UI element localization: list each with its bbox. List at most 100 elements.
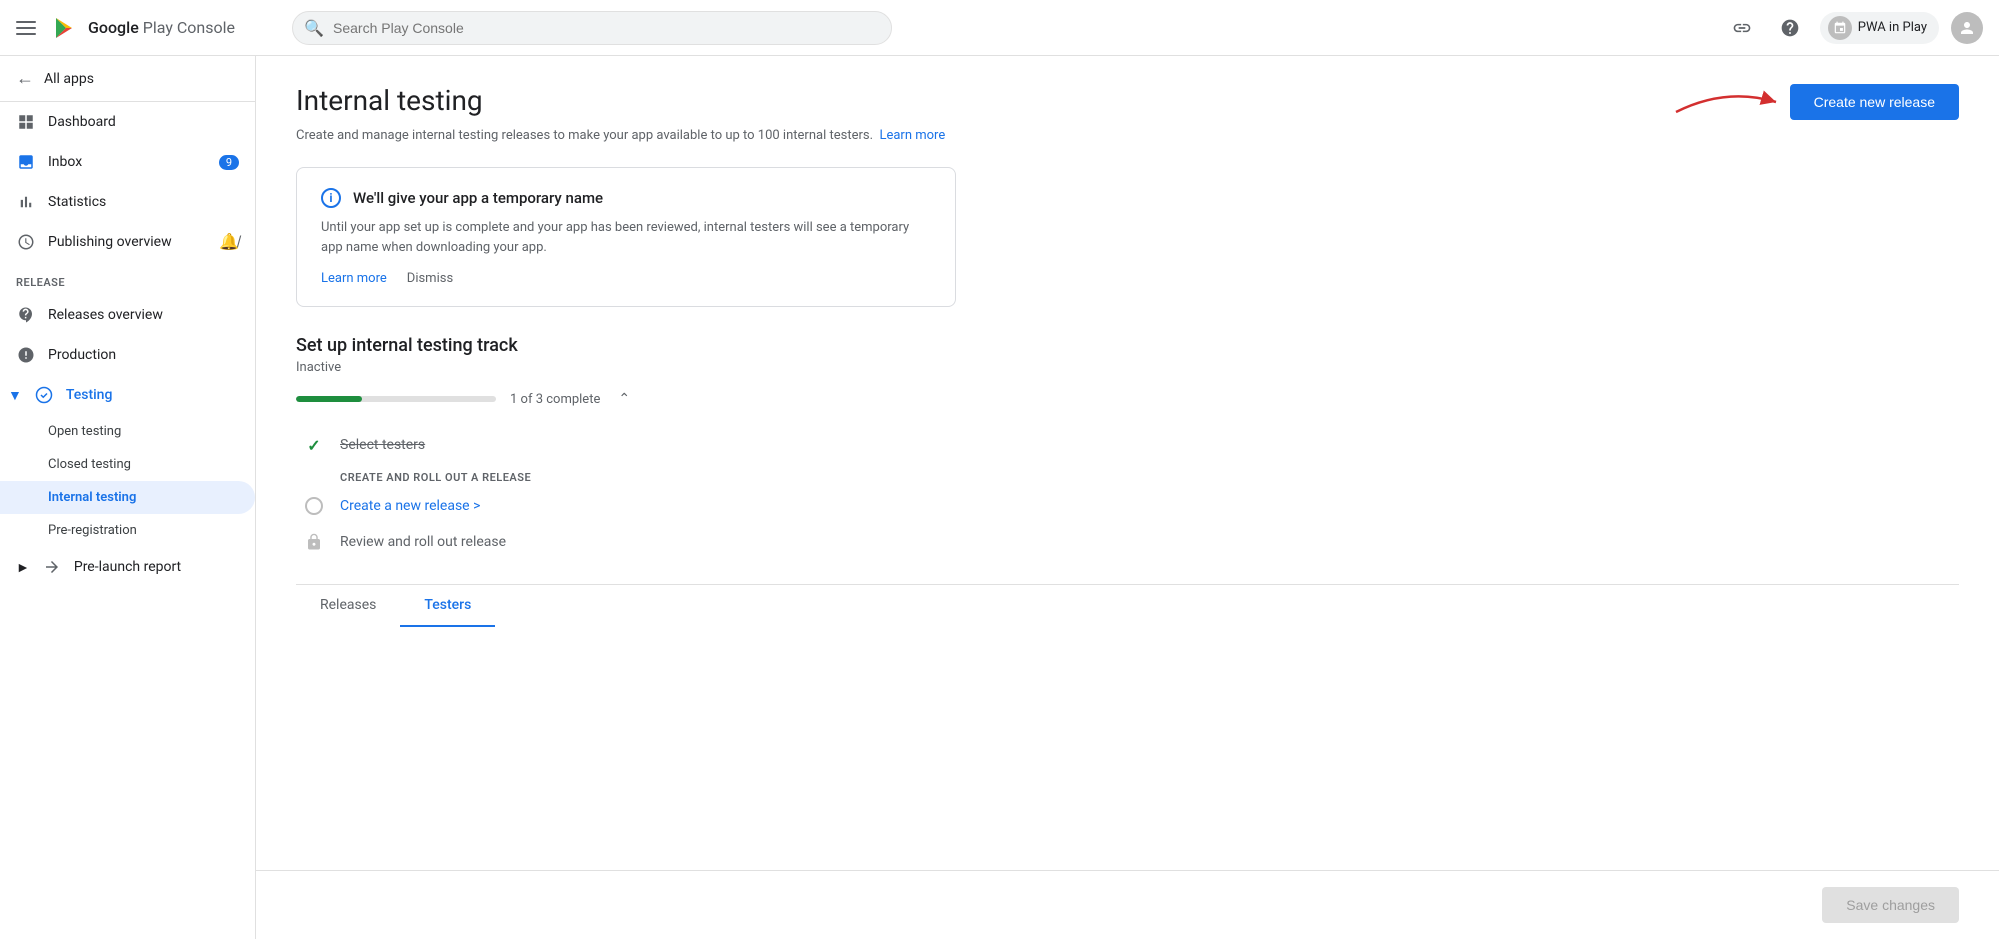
step-pending-icon [304,496,324,516]
page-header: Internal testing Create new release [296,84,1959,120]
page-title: Internal testing [296,84,483,117]
step-locked-icon [304,532,324,552]
releases-overview-icon [16,305,36,325]
logo-area: Google Play Console [48,12,268,44]
info-dismiss-link[interactable]: Dismiss [407,271,453,286]
main-content: Internal testing Create new release [256,56,1999,939]
closed-testing-label: Closed testing [48,457,131,472]
user-avatar[interactable] [1951,12,1983,44]
publishing-overview-icon [16,232,36,252]
step-create-release: Create a new release > [304,488,1959,524]
publishing-overview-label: Publishing overview [48,234,172,250]
link-icon-button[interactable] [1724,10,1760,46]
production-label: Production [48,347,116,363]
inbox-badge: 9 [219,155,239,170]
create-new-release-button[interactable]: Create new release [1790,84,1959,120]
sidebar-item-open-testing[interactable]: Open testing [0,415,255,448]
page-learn-more-link[interactable]: Learn more [879,128,945,143]
testing-label: Testing [66,387,113,403]
collapse-icon[interactable]: ⌃ [618,391,630,407]
save-changes-button[interactable]: Save changes [1822,887,1959,923]
step-select-testers-label: Select testers [340,437,425,453]
app-badge-label: PWA in Play [1858,20,1927,35]
tabs-bar: Releases Testers [296,584,1959,627]
info-card-body: Until your app set up is complete and yo… [321,218,931,257]
testing-arrow-icon: ▼ [8,387,22,404]
info-icon: i [321,188,341,208]
logo-text: Google Play Console [88,18,235,37]
progress-text: 1 of 3 complete [510,392,600,407]
expand-icon: ► [16,559,30,576]
sidebar-item-inbox[interactable]: Inbox 9 [0,142,255,182]
app-container: Google Play Console 🔍 PWA in Play [0,0,1999,939]
tab-testers[interactable]: Testers [400,585,495,627]
hamburger-menu[interactable] [16,21,36,35]
sidebar-item-internal-testing[interactable]: Internal testing [0,481,255,514]
main-area: ← All apps Dashboard Inbox 9 [0,56,1999,939]
all-apps-label: All apps [44,71,94,87]
sidebar-item-statistics[interactable]: Statistics [0,182,255,222]
track-section-title: Set up internal testing track [296,335,1959,356]
search-icon: 🔍 [304,18,324,37]
testing-icon [34,385,54,405]
step-review-rollout-label: Review and roll out release [340,534,506,550]
page-subtitle: Create and manage internal testing relea… [296,128,1959,143]
sidebar: ← All apps Dashboard Inbox 9 [0,56,256,939]
track-status: Inactive [296,360,1959,375]
top-bar: Google Play Console 🔍 PWA in Play [0,0,1999,56]
track-setup-section: Set up internal testing track Inactive 1… [296,335,1959,560]
step-select-testers: ✓ Select testers [304,427,1959,463]
sidebar-item-releases-overview[interactable]: Releases overview [0,295,255,335]
search-input[interactable] [292,11,892,45]
sidebar-item-publishing-overview[interactable]: Publishing overview 🔔̸ [0,222,255,262]
dashboard-icon [16,112,36,132]
all-apps-button[interactable]: ← All apps [0,56,255,102]
step-check-icon: ✓ [304,435,324,455]
info-card: i We'll give your app a temporary name U… [296,167,956,307]
inbox-label: Inbox [48,154,82,170]
release-section-label: Release [0,262,255,295]
sidebar-item-pre-launch-report[interactable]: ► Pre-launch report [0,547,255,587]
back-arrow-icon: ← [16,68,34,89]
help-icon [1780,18,1800,38]
sidebar-item-pre-registration[interactable]: Pre-registration [0,514,255,547]
step-review-rollout: Review and roll out release [304,524,1959,560]
info-learn-more-link[interactable]: Learn more [321,271,387,286]
dashboard-label: Dashboard [48,114,116,130]
pre-launch-icon [42,557,62,577]
releases-overview-label: Releases overview [48,307,163,323]
sidebar-item-production[interactable]: Production [0,335,255,375]
progress-bar-fill [296,396,362,402]
help-icon-button[interactable] [1772,10,1808,46]
info-card-title: We'll give your app a temporary name [353,189,603,207]
open-testing-label: Open testing [48,424,121,439]
footer-bar: Save changes [256,870,1999,939]
statistics-icon [16,192,36,212]
tab-releases[interactable]: Releases [296,585,400,627]
production-icon [16,345,36,365]
internal-testing-label: Internal testing [48,490,136,505]
pre-launch-label: Pre-launch report [74,559,181,575]
app-badge[interactable]: PWA in Play [1820,12,1939,44]
pre-registration-label: Pre-registration [48,523,137,538]
top-right-actions: PWA in Play [1724,10,1983,46]
link-icon [1732,18,1752,38]
sidebar-item-closed-testing[interactable]: Closed testing [0,448,255,481]
sidebar-item-dashboard[interactable]: Dashboard [0,102,255,142]
steps-list: ✓ Select testers CREATE AND ROLL OUT A R… [296,427,1959,560]
progress-area: 1 of 3 complete ⌃ [296,391,1959,407]
step-create-release-label[interactable]: Create a new release > [340,498,480,514]
inbox-icon [16,152,36,172]
logo-icon [48,12,80,44]
create-roll-header: CREATE AND ROLL OUT A RELEASE [304,463,1959,488]
info-card-header: i We'll give your app a temporary name [321,188,931,208]
sidebar-item-testing[interactable]: ▼ Testing [0,375,255,415]
progress-bar-wrap [296,396,496,402]
notification-muted-icon: 🔔̸ [219,232,239,252]
info-card-links: Learn more Dismiss [321,271,931,286]
create-btn-wrapper: Create new release [1790,84,1959,120]
search-bar: 🔍 [292,11,892,45]
statistics-label: Statistics [48,194,106,210]
red-arrow-indicator [1666,82,1786,122]
app-badge-icon [1828,16,1852,40]
